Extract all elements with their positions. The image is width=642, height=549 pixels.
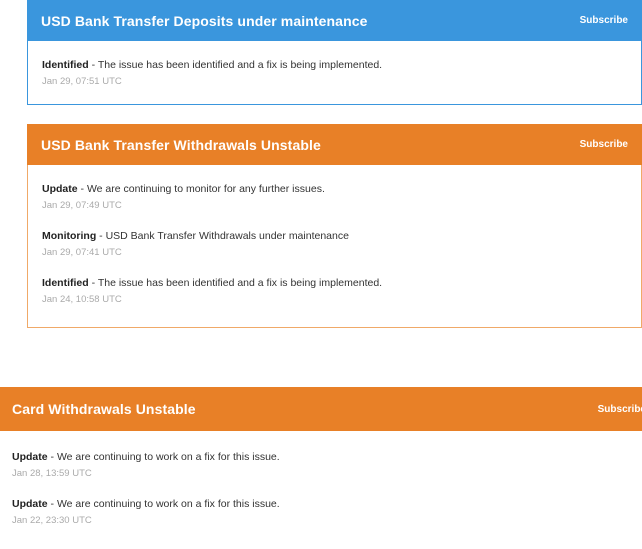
update-timestamp: Jan 29, 07:41 UTC [42, 247, 122, 258]
incident-update: Update - We are continuing to work on a … [12, 497, 642, 528]
update-line: Update - We are continuing to monitor fo… [42, 183, 325, 195]
update-status: Update [12, 451, 48, 463]
subscribe-button[interactable]: Subscribe [580, 139, 628, 150]
incident-update: Monitoring - USD Bank Transfer Withdrawa… [42, 229, 627, 260]
update-line: Update - We are continuing to work on a … [12, 498, 280, 510]
incident-header: USD Bank Transfer Deposits under mainten… [27, 0, 642, 41]
status-page: USD Bank Transfer Deposits under mainten… [0, 0, 642, 549]
incident-header: USD Bank Transfer Withdrawals Unstable S… [27, 124, 642, 165]
incident-title[interactable]: USD Bank Transfer Deposits under mainten… [41, 13, 368, 29]
incident-header: Card Withdrawals Unstable Subscribe [0, 387, 642, 431]
update-message: The issue has been identified and a fix … [97, 277, 383, 289]
update-timestamp: Jan 24, 10:58 UTC [42, 294, 122, 305]
incident-updates: Update - We are continuing to monitor fo… [28, 165, 641, 307]
incident-update: Update - We are continuing to monitor fo… [42, 182, 627, 213]
update-status: Identified [42, 59, 89, 71]
update-status: Update [12, 498, 48, 510]
update-timestamp: Jan 28, 13:59 UTC [12, 468, 92, 479]
subscribe-button[interactable]: Subscribe [580, 15, 628, 26]
incident-update: Identified - The issue has been identifi… [42, 276, 627, 307]
subscribe-button[interactable]: Subscribe [598, 404, 642, 415]
update-message: We are continuing to monitor for any fur… [86, 183, 325, 195]
incident-title[interactable]: USD Bank Transfer Withdrawals Unstable [41, 137, 321, 153]
incident-card-usd-withdrawals: USD Bank Transfer Withdrawals Unstable S… [27, 124, 642, 328]
update-message: We are continuing to work on a fix for t… [56, 451, 280, 463]
update-line: Identified - The issue has been identifi… [42, 59, 383, 71]
update-message: The issue has been identified and a fix … [97, 59, 383, 71]
update-message: We are continuing to work on a fix for t… [56, 498, 280, 510]
incident-update: Identified - The issue has been identifi… [42, 58, 627, 89]
update-line: Identified - The issue has been identifi… [42, 277, 383, 289]
update-timestamp: Jan 22, 23:30 UTC [12, 515, 92, 526]
update-line: Update - We are continuing to work on a … [12, 451, 280, 463]
update-status: Monitoring [42, 230, 97, 242]
update-timestamp: Jan 29, 07:51 UTC [42, 76, 122, 87]
incident-updates: Update - We are continuing to work on a … [0, 431, 642, 528]
update-message: USD Bank Transfer Withdrawals under main… [105, 230, 349, 242]
incident-update: Update - We are continuing to work on a … [12, 450, 642, 481]
update-status: Update [42, 183, 78, 195]
incident-card-card-withdrawals: Card Withdrawals Unstable Subscribe Upda… [0, 387, 642, 549]
incident-title[interactable]: Card Withdrawals Unstable [12, 401, 196, 417]
update-line: Monitoring - USD Bank Transfer Withdrawa… [42, 230, 349, 242]
update-timestamp: Jan 29, 07:49 UTC [42, 200, 122, 211]
update-status: Identified [42, 277, 89, 289]
incident-updates: Identified - The issue has been identifi… [28, 41, 641, 89]
incident-card-usd-deposits: USD Bank Transfer Deposits under mainten… [27, 0, 642, 105]
